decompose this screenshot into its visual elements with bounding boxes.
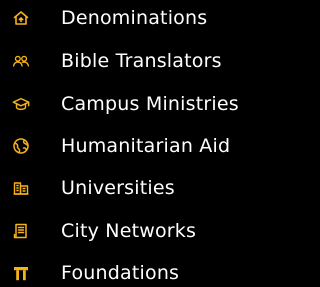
menu-item-bible-translators[interactable]: Bible Translators — [0, 45, 279, 77]
menu-item-campus-ministries[interactable]: Campus Ministries — [0, 88, 279, 120]
menu-item-label: Bible Translators — [61, 50, 222, 72]
menu-item-label: Campus Ministries — [61, 93, 239, 115]
menu-item-label: City Networks — [61, 220, 197, 242]
menu-item-denominations[interactable]: Denominations — [0, 2, 279, 34]
menu-item-label: Denominations — [61, 7, 208, 29]
navigation-menu: Denominations Bible Translators Campus M… — [0, 0, 279, 287]
users-icon — [12, 52, 30, 70]
receipt-icon — [12, 222, 30, 240]
globe-icon — [12, 137, 30, 155]
graduation-cap-icon — [12, 95, 30, 113]
home-icon — [12, 9, 30, 27]
menu-item-city-networks[interactable]: City Networks — [0, 215, 279, 247]
menu-item-foundations[interactable]: Foundations — [0, 257, 279, 287]
menu-item-humanitarian-aid[interactable]: Humanitarian Aid — [0, 130, 279, 162]
pillar-icon — [12, 264, 30, 282]
menu-item-label: Humanitarian Aid — [61, 135, 231, 157]
menu-item-label: Universities — [61, 177, 175, 199]
buildings-icon — [12, 179, 30, 197]
menu-item-label: Foundations — [61, 262, 180, 284]
menu-item-universities[interactable]: Universities — [0, 172, 279, 204]
